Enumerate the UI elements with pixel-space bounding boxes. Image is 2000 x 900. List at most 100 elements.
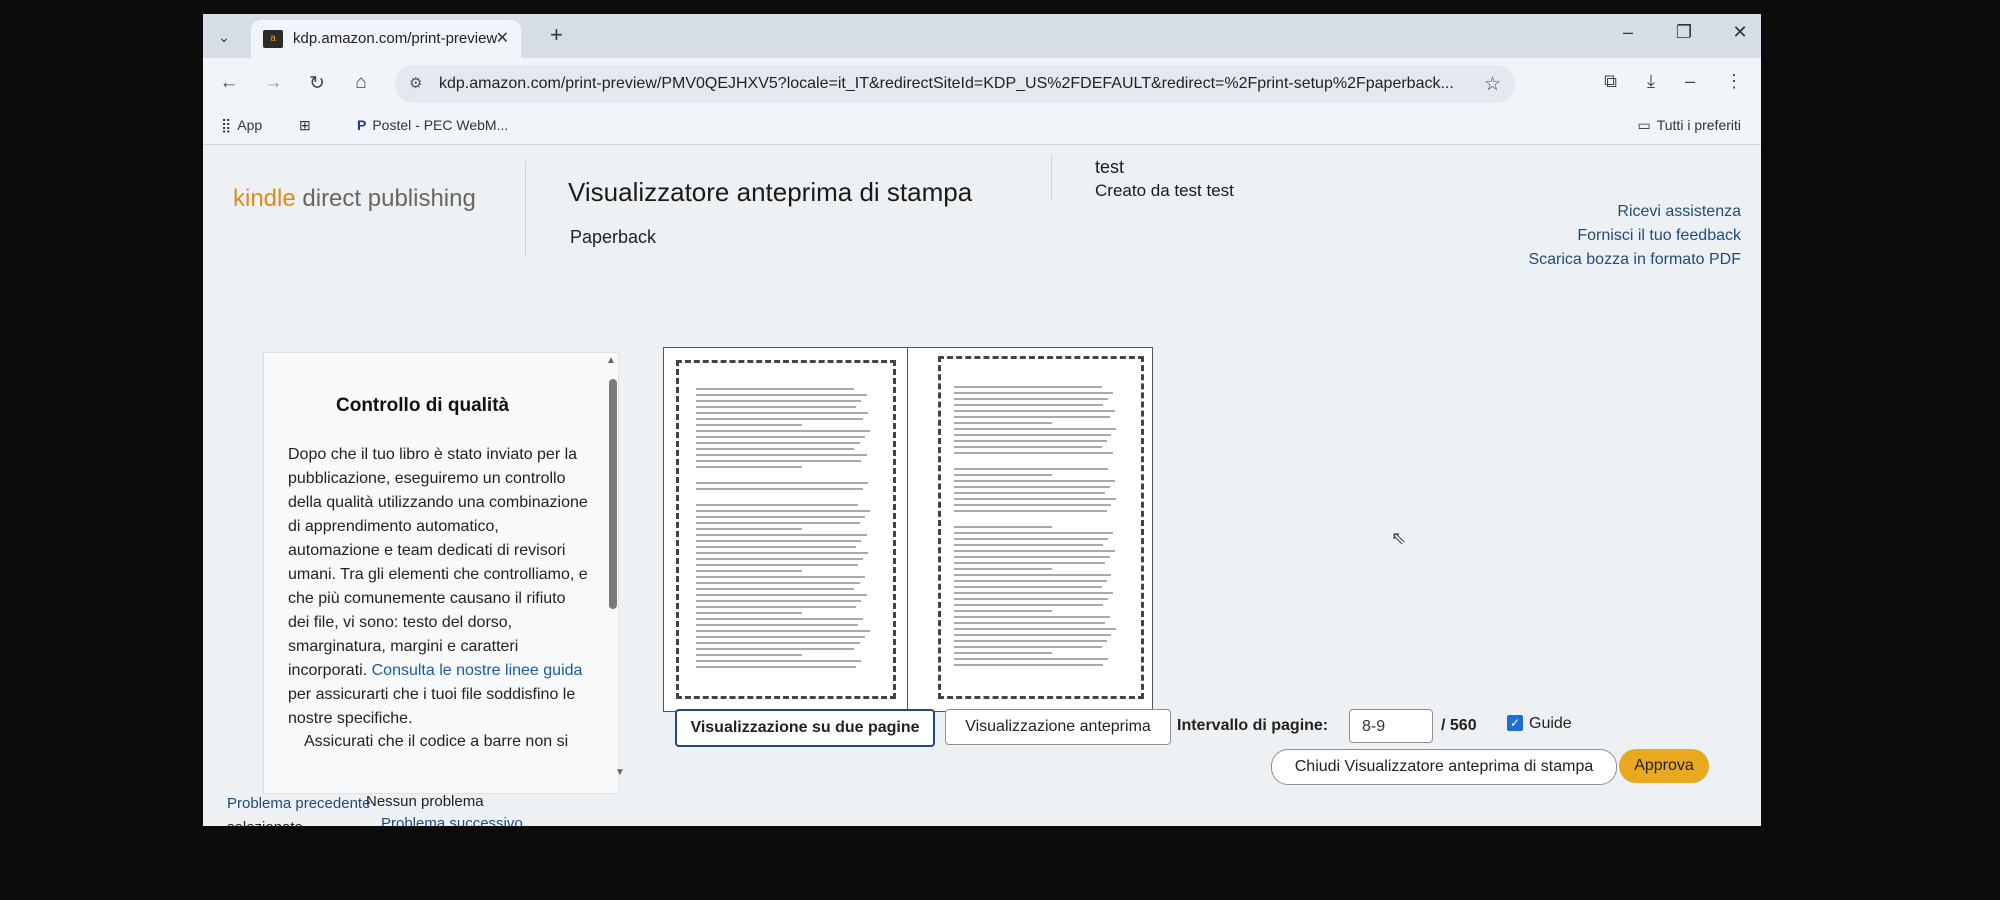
qc-title: Controllo di qualità (336, 395, 510, 416)
page-text-line (696, 442, 860, 444)
close-previewer-button[interactable]: Chiudi Visualizzatore anteprima di stamp… (1271, 749, 1617, 785)
page-text-line (696, 624, 858, 626)
all-bookmarks[interactable]: ▭ Tutti i preferiti (1637, 117, 1741, 134)
bookmark-grid[interactable]: ⊞ (299, 117, 317, 134)
page-text-line (954, 574, 1112, 576)
address-bar[interactable]: ⚙ kdp.amazon.com/print-preview/PMV0QEJHX… (395, 65, 1515, 103)
browser-window: ⌄ a kdp.amazon.com/print-preview ✕ + – ❐… (203, 14, 1761, 826)
postel-icon: P (357, 117, 367, 133)
prev-problem-link[interactable]: Problema precedente (227, 795, 370, 812)
page-text-line (954, 580, 1107, 582)
preview-page-right (907, 347, 1153, 712)
page-text-line (696, 406, 857, 408)
page-text-line (696, 454, 867, 456)
page-range-input[interactable]: 8-9 (1349, 709, 1433, 743)
page-text-line (954, 562, 1105, 564)
page-text-line (696, 460, 862, 462)
url-text[interactable]: kdp.amazon.com/print-preview/PMV0QEJHXV5… (439, 75, 1469, 93)
restore-icon[interactable]: ❐ (1673, 22, 1695, 43)
page-text-line (954, 428, 1117, 430)
bookmark-star-icon[interactable]: ☆ (1484, 73, 1501, 96)
bookmark-apps[interactable]: ⣿ App (221, 117, 262, 134)
new-tab-icon[interactable]: + (550, 22, 563, 48)
page-text-line (954, 616, 1110, 618)
page-text-line (954, 434, 1112, 436)
logo-rest-text: direct publishing (295, 185, 476, 212)
forward-icon[interactable]: → (261, 72, 285, 94)
page-text-line (696, 630, 871, 632)
tab-title: kdp.amazon.com/print-preview (293, 30, 498, 47)
qc-description: Dopo che il tuo libro è stato inviato pe… (288, 443, 588, 731)
page-text-line (954, 440, 1107, 442)
close-window-icon[interactable]: ✕ (1729, 22, 1751, 43)
kdp-logo[interactable]: kindle direct publishing (233, 185, 476, 213)
preview-view-button[interactable]: Visualizzazione anteprima (945, 709, 1171, 745)
page-range-label: Intervallo di pagine: (1177, 717, 1329, 734)
page-text-line (954, 526, 1053, 528)
bookmark-postel-label: Postel - PEC WebM... (372, 117, 509, 133)
folder-icon: ▭ (1637, 117, 1651, 133)
scroll-up-arrow-icon[interactable]: ▲ (606, 355, 616, 366)
page-text-line (696, 400, 862, 402)
page-text-line (696, 534, 867, 536)
page-text-line (954, 640, 1107, 642)
scroll-down-arrow-icon[interactable]: ▼ (615, 767, 625, 778)
header-divider (525, 161, 526, 257)
tab-active[interactable]: a kdp.amazon.com/print-preview ✕ (251, 20, 521, 58)
page-text-line (954, 622, 1105, 624)
toolbar-icons: ⧉ ⤓ – ⋮ (1604, 71, 1743, 92)
back-icon[interactable]: ← (217, 72, 241, 94)
close-tab-icon[interactable]: ✕ (496, 28, 509, 48)
page-text-left (696, 388, 872, 668)
home-icon[interactable]: ⌂ (349, 72, 373, 94)
tab-bar: ⌄ a kdp.amazon.com/print-preview ✕ + – ❐… (203, 14, 1761, 58)
page-text-line (954, 392, 1114, 394)
minimize-icon[interactable]: – (1617, 22, 1639, 43)
bookmark-postel[interactable]: P Postel - PEC WebM... (357, 117, 508, 133)
page-text-line (954, 646, 1102, 648)
address-toolbar: ← → ↻ ⌂ ⚙ kdp.amazon.com/print-preview/P… (203, 58, 1761, 108)
page-text-line (954, 568, 1053, 570)
two-page-view-button[interactable]: Visualizzazione su due pagine (675, 709, 935, 747)
extensions-icon[interactable]: ⧉ (1604, 71, 1617, 92)
help-link[interactable]: Ricevi assistenza (1528, 203, 1741, 221)
page-text-line (696, 430, 871, 432)
page-text-line (696, 648, 855, 650)
profile-icon[interactable]: – (1685, 71, 1695, 92)
tab-search-icon[interactable]: ⌄ (213, 26, 235, 48)
page-text-line (954, 652, 1053, 654)
guides-checkbox[interactable]: ✓ (1507, 715, 1523, 731)
page-text-line (696, 394, 867, 396)
page-text-line (696, 582, 860, 584)
site-info-icon[interactable]: ⚙ (409, 74, 422, 92)
qc-scrollbar-thumb[interactable] (609, 379, 617, 609)
page-text-line (696, 412, 869, 414)
feedback-link[interactable]: Fornisci il tuo feedback (1528, 227, 1741, 245)
amazon-favicon-icon: a (263, 30, 283, 48)
reload-icon[interactable]: ↻ (305, 72, 329, 95)
page-text-line (696, 564, 858, 566)
qc-barcode-text: Assicurati che il codice a barre non si (304, 733, 569, 750)
help-links: Ricevi assistenza Fornisci il tuo feedba… (1528, 203, 1741, 275)
page-text-line (696, 482, 869, 484)
page-text-line (954, 604, 1104, 606)
page-text-line (954, 532, 1114, 534)
next-problem-link[interactable]: Problema successivo (381, 815, 523, 826)
menu-icon[interactable]: ⋮ (1725, 71, 1743, 92)
page-text-line (954, 592, 1114, 594)
page-text-line (696, 388, 855, 390)
qc-body-end: per assicurarti che i tuoi file soddisfi… (288, 686, 576, 727)
download-pdf-link[interactable]: Scarica bozza in formato PDF (1528, 251, 1741, 269)
page-text-line (696, 606, 857, 608)
book-preview (663, 347, 1153, 712)
page-text-right (954, 386, 1118, 666)
page-text-line (696, 594, 867, 596)
page-text-line (954, 492, 1105, 494)
page-text-line (954, 628, 1117, 630)
download-icon[interactable]: ⤓ (1647, 71, 1655, 92)
guidelines-link[interactable]: Consulta le nostre linee guida (372, 662, 583, 679)
page-text-line (954, 598, 1109, 600)
approve-button[interactable]: Approva (1619, 749, 1709, 783)
page-text-line (696, 576, 865, 578)
page-text-line (954, 446, 1102, 448)
